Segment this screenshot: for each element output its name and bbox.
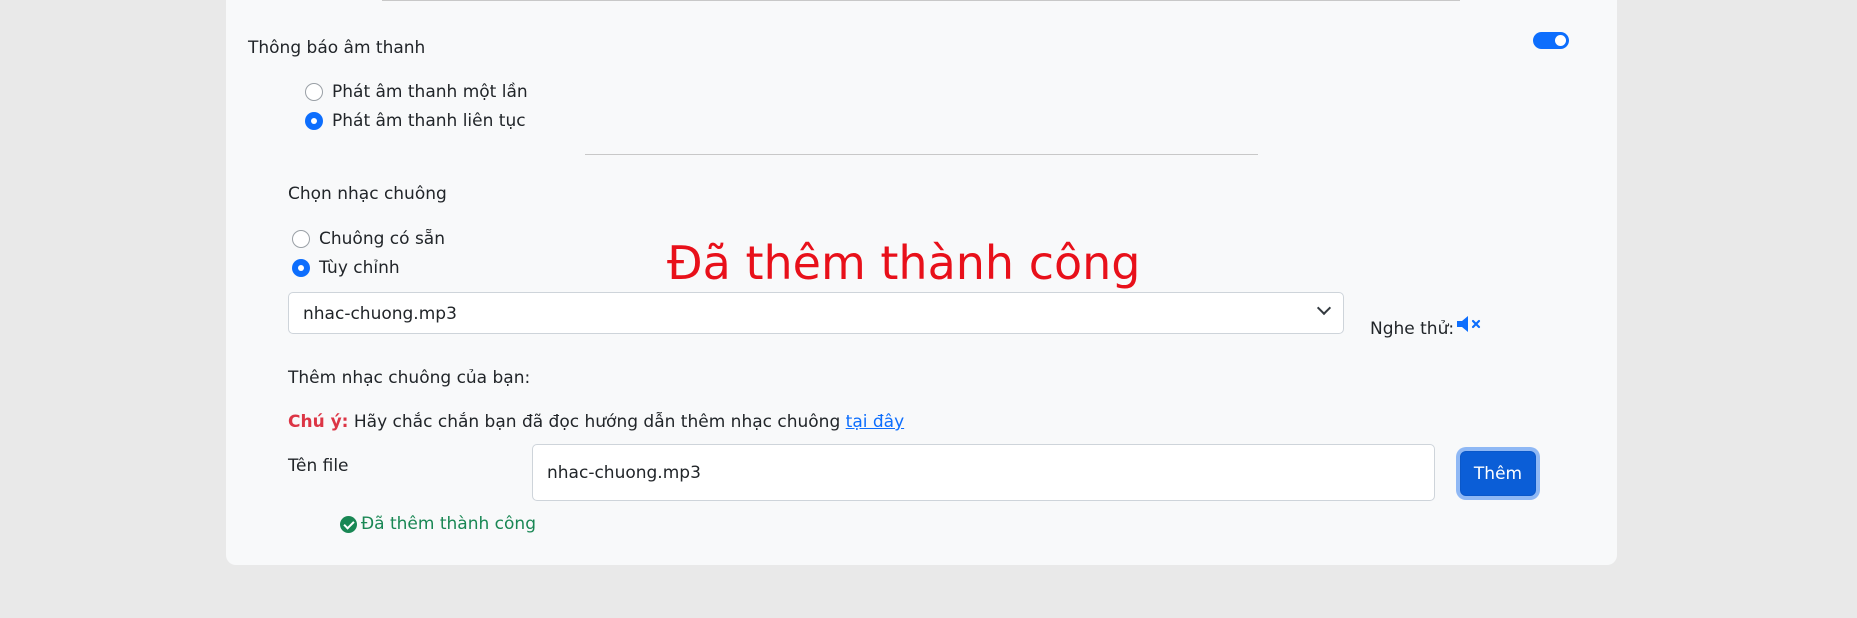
radio-builtin-ringtone-label: Chuông có sẵn (319, 229, 445, 249)
file-name-input-value: nhac-chuong.mp3 (547, 463, 701, 483)
success-message: Đã thêm thành công (340, 514, 536, 534)
speaker-mute-icon[interactable] (1456, 314, 1484, 334)
file-name-input[interactable]: nhac-chuong.mp3 (532, 444, 1435, 501)
note-label: Chú ý: (288, 412, 349, 432)
success-message-text: Đã thêm thành công (361, 514, 536, 534)
chevron-down-icon (1316, 300, 1332, 316)
radio-custom-ringtone[interactable] (292, 259, 310, 277)
radio-play-once[interactable] (305, 83, 323, 101)
ringtone-title: Chọn nhạc chuông (288, 184, 447, 204)
add-button[interactable]: Thêm (1460, 451, 1536, 496)
radio-play-continuous-label: Phát âm thanh liên tục (332, 111, 526, 131)
check-circle-icon (340, 515, 357, 533)
guide-link[interactable]: tại đây (846, 412, 904, 432)
top-divider (382, 0, 1460, 1)
radio-play-once-label: Phát âm thanh một lần (332, 82, 528, 102)
radio-builtin-ringtone[interactable] (292, 230, 310, 248)
overlay-success-message: Đã thêm thành công (667, 236, 1141, 290)
add-ringtone-title: Thêm nhạc chuông của bạn: (288, 368, 531, 388)
section-divider (585, 154, 1258, 155)
ringtone-select-value: nhac-chuong.mp3 (303, 304, 457, 324)
sound-notification-toggle[interactable] (1533, 32, 1569, 49)
radio-custom-ringtone-label: Tùy chỉnh (319, 258, 400, 278)
radio-play-continuous[interactable] (305, 112, 323, 130)
file-name-label: Tên file (288, 456, 349, 476)
ringtone-select[interactable]: nhac-chuong.mp3 (288, 292, 1344, 334)
sound-notification-title: Thông báo âm thanh (248, 38, 426, 58)
note-line: Chú ý: Hãy chắc chắn bạn đã đọc hướng dẫ… (288, 412, 904, 432)
preview-label: Nghe thử: (1370, 319, 1455, 339)
note-text: Hãy chắc chắn bạn đã đọc hướng dẫn thêm … (353, 412, 841, 432)
